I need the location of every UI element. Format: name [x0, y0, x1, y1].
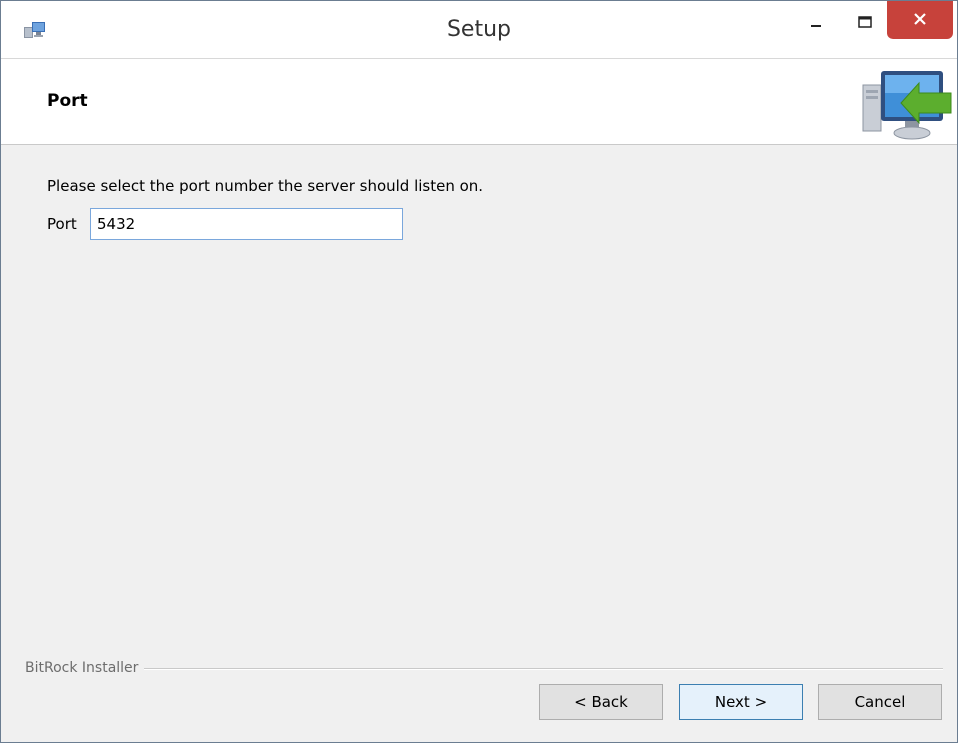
port-label: Port: [47, 215, 77, 233]
close-button[interactable]: [887, 1, 953, 39]
minimize-icon: [810, 13, 822, 32]
next-button[interactable]: Next >: [679, 684, 803, 720]
cancel-button[interactable]: Cancel: [818, 684, 942, 720]
maximize-icon: [858, 13, 872, 32]
back-button[interactable]: < Back: [539, 684, 663, 720]
installer-brand-label: BitRock Installer: [25, 660, 145, 676]
port-input[interactable]: [90, 208, 403, 240]
page-header: Port: [1, 59, 957, 145]
footer-divider-highlight: [25, 669, 943, 670]
setup-window: Setup Port Please select the port number…: [0, 0, 958, 743]
page-title: Port: [47, 91, 88, 111]
close-icon: [913, 11, 927, 30]
minimize-button[interactable]: [791, 1, 841, 43]
title-bar[interactable]: Setup: [1, 1, 957, 59]
computer-with-green-arrow-icon: [859, 65, 955, 143]
instructions-text: Please select the port number the server…: [47, 177, 484, 195]
maximize-button[interactable]: [845, 1, 885, 43]
